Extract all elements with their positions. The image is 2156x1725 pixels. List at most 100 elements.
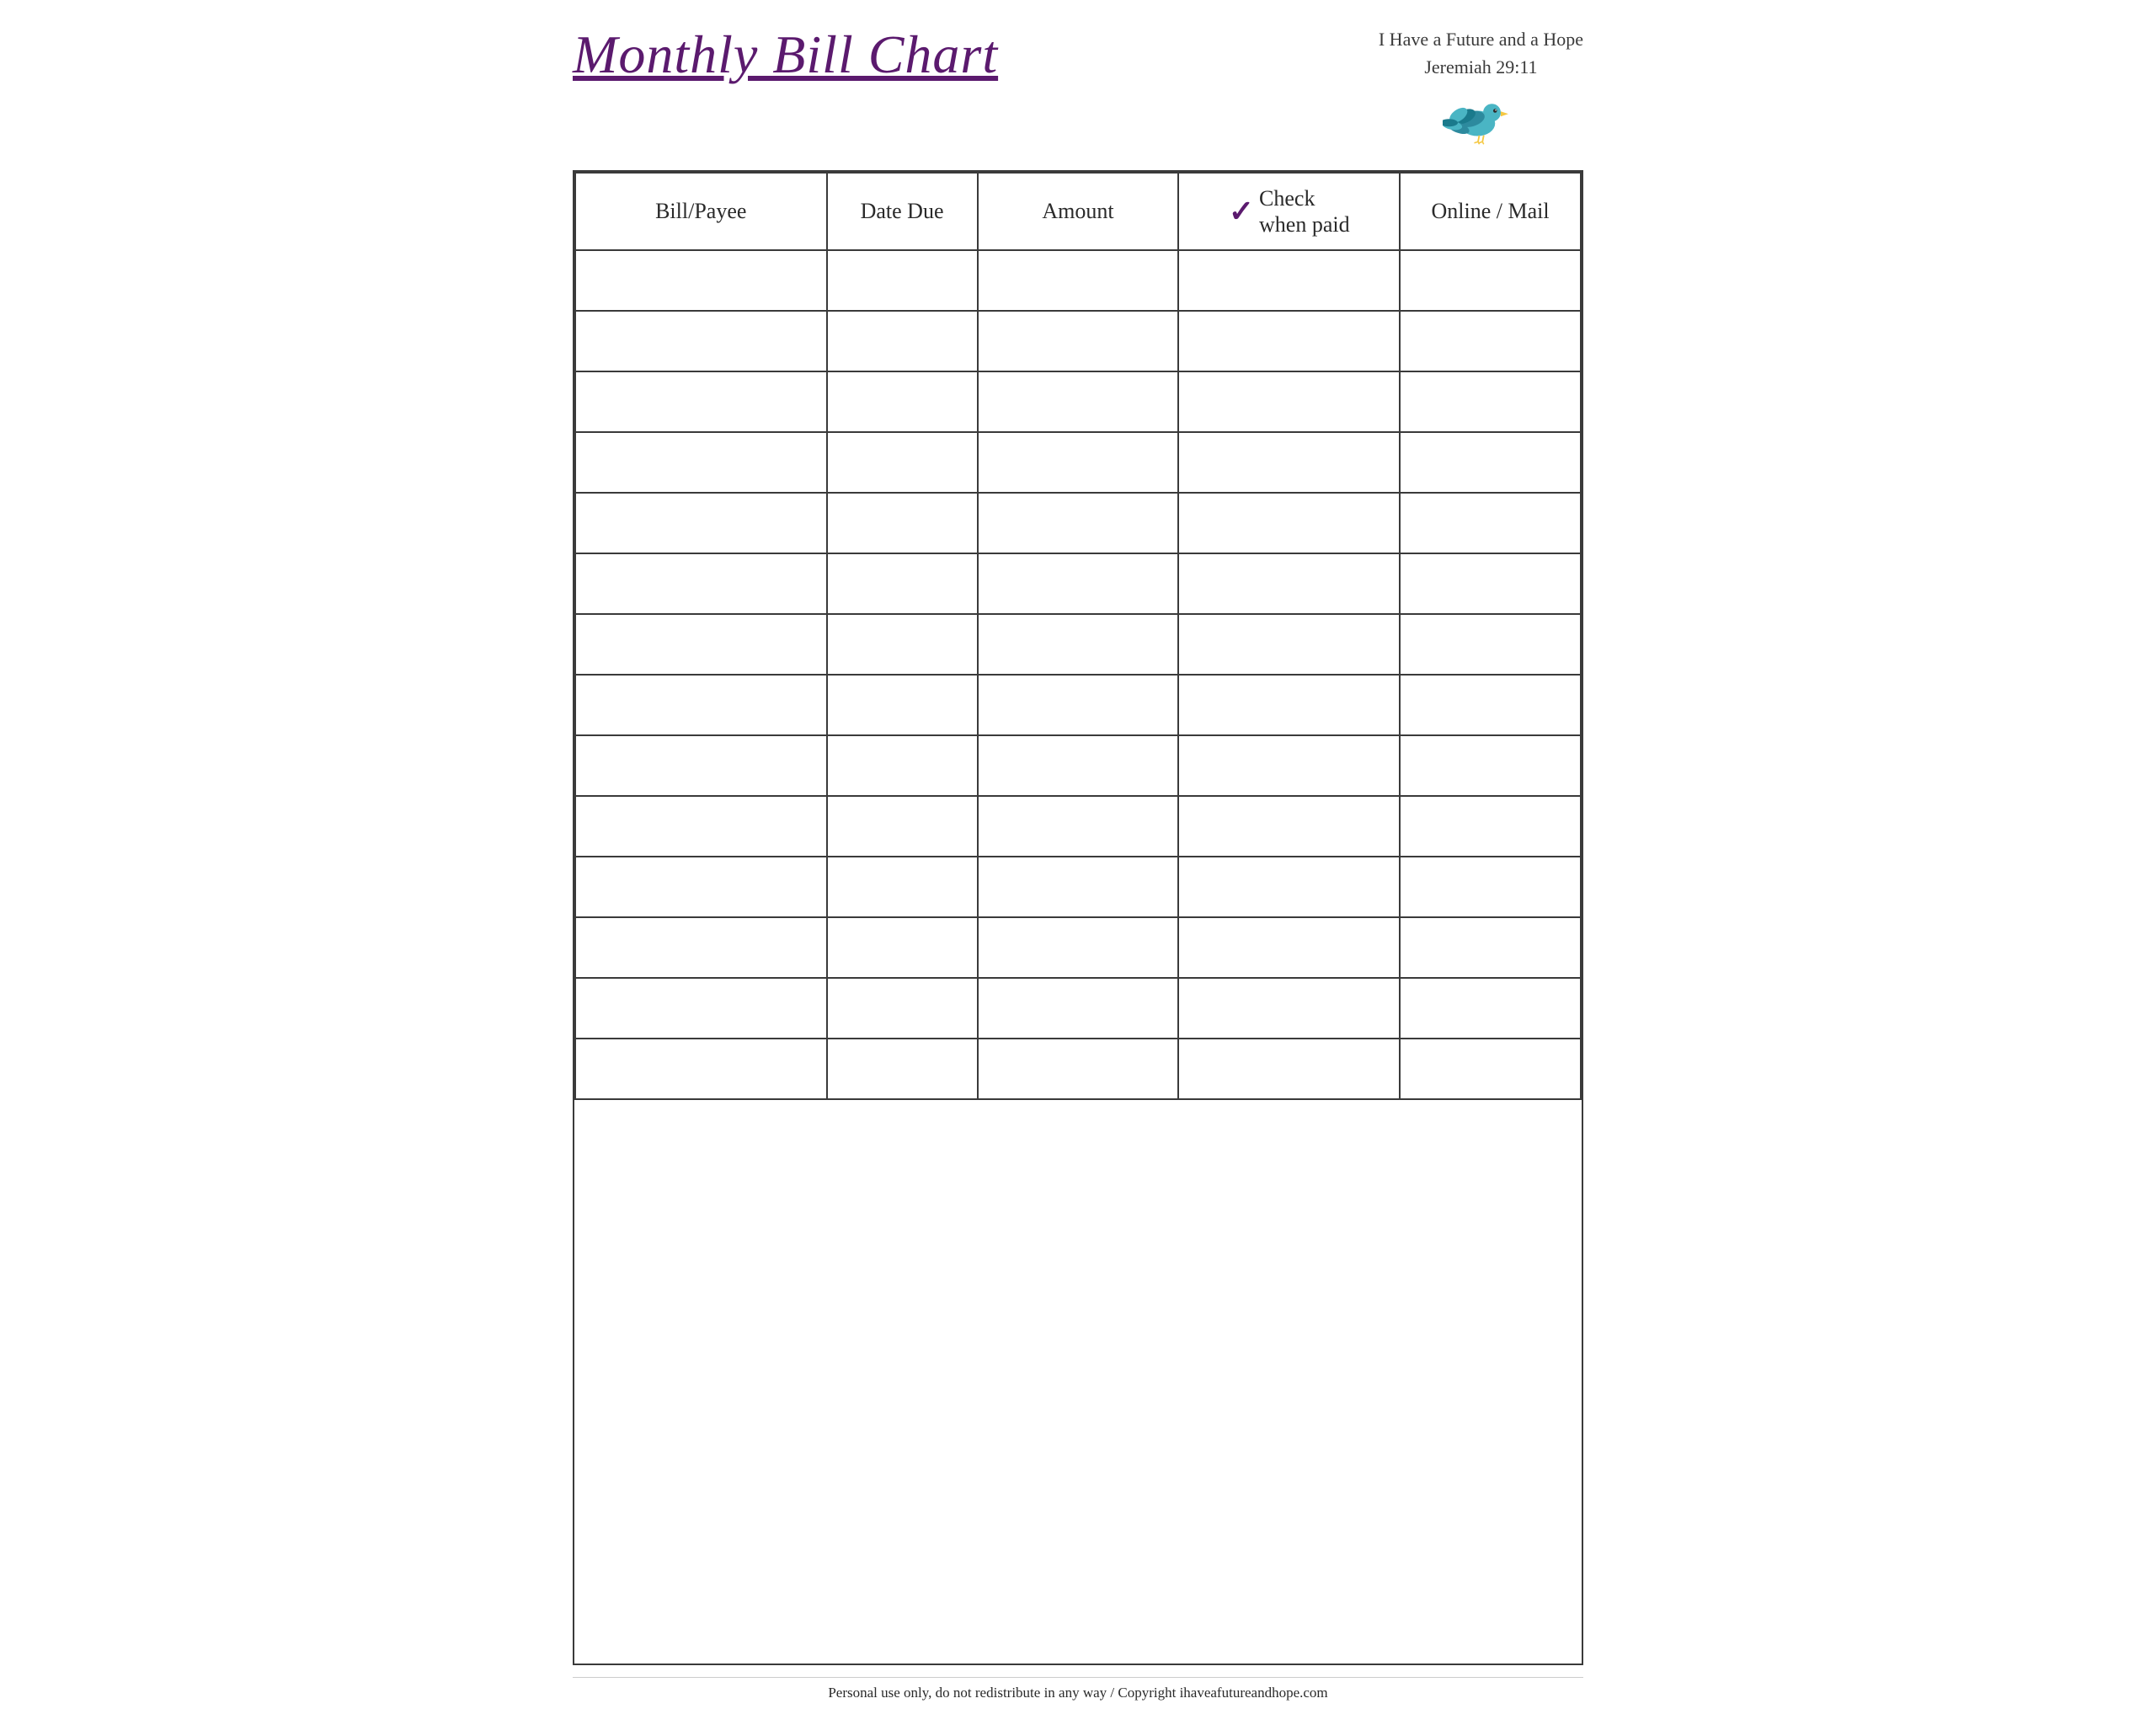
table-cell — [575, 735, 827, 796]
checkmark-icon: ✓ — [1229, 196, 1254, 227]
table-row — [575, 1039, 1581, 1099]
table-cell — [575, 250, 827, 311]
page: Monthly Bill Chart I Have a Future and a… — [539, 0, 1617, 1725]
header-subtitle: I Have a Future and a Hope Jeremiah 29:1… — [1379, 25, 1583, 81]
table-cell — [978, 311, 1179, 371]
table-cell — [575, 796, 827, 857]
table-cell — [1178, 250, 1400, 311]
table-cell — [1178, 493, 1400, 553]
table-cell — [1178, 675, 1400, 735]
table-cell — [1400, 735, 1581, 796]
table-cell — [1400, 978, 1581, 1039]
subtitle-line1: I Have a Future and a Hope — [1379, 25, 1583, 53]
table-cell — [575, 432, 827, 493]
table-cell — [1178, 917, 1400, 978]
footer-text: Personal use only, do not redistribute i… — [828, 1685, 1327, 1701]
col-header-date: Date Due — [827, 173, 978, 250]
table-body — [575, 250, 1581, 1099]
table-cell — [1178, 311, 1400, 371]
table-cell — [1400, 1039, 1581, 1099]
table-cell — [1400, 371, 1581, 432]
check-text: Check when paid — [1259, 185, 1350, 238]
table-cell — [575, 553, 827, 614]
table-row — [575, 250, 1581, 311]
table-cell — [827, 675, 978, 735]
table-cell — [1400, 250, 1581, 311]
table-cell — [575, 614, 827, 675]
bird-icon — [1443, 88, 1518, 147]
col-header-bill: Bill/Payee — [575, 173, 827, 250]
bill-table-wrapper: Bill/Payee Date Due Amount ✓ Check when … — [573, 170, 1583, 1665]
table-cell — [827, 978, 978, 1039]
table-row — [575, 857, 1581, 917]
table-cell — [827, 493, 978, 553]
table-cell — [978, 978, 1179, 1039]
header: Monthly Bill Chart I Have a Future and a… — [573, 25, 1583, 155]
table-cell — [827, 614, 978, 675]
table-cell — [575, 311, 827, 371]
table-cell — [827, 432, 978, 493]
table-row — [575, 614, 1581, 675]
table-cell — [1178, 1039, 1400, 1099]
table-cell — [575, 493, 827, 553]
table-cell — [1178, 553, 1400, 614]
table-cell — [978, 432, 1179, 493]
table-cell — [978, 1039, 1179, 1099]
table-cell — [1178, 978, 1400, 1039]
col-header-amount: Amount — [978, 173, 1179, 250]
table-cell — [978, 250, 1179, 311]
table-cell — [575, 857, 827, 917]
table-cell — [575, 675, 827, 735]
table-row — [575, 675, 1581, 735]
table-cell — [1400, 553, 1581, 614]
table-cell — [575, 371, 827, 432]
check-label-top: Check — [1259, 185, 1315, 211]
table-cell — [827, 371, 978, 432]
check-header-inner: ✓ Check when paid — [1187, 185, 1390, 238]
table-cell — [1178, 432, 1400, 493]
table-cell — [978, 614, 1179, 675]
table-cell — [827, 857, 978, 917]
table-cell — [1178, 614, 1400, 675]
subtitle-line2: Jeremiah 29:11 — [1379, 53, 1583, 81]
main-title: Monthly Bill Chart — [573, 25, 998, 84]
table-cell — [1400, 857, 1581, 917]
table-cell — [1400, 675, 1581, 735]
table-row — [575, 917, 1581, 978]
table-cell — [827, 1039, 978, 1099]
table-cell — [1400, 614, 1581, 675]
bird-container — [1443, 88, 1518, 147]
col-header-check: ✓ Check when paid — [1178, 173, 1400, 250]
table-cell — [1178, 371, 1400, 432]
table-cell — [978, 735, 1179, 796]
table-cell — [1178, 796, 1400, 857]
table-cell — [1178, 735, 1400, 796]
table-cell — [1400, 432, 1581, 493]
table-cell — [978, 796, 1179, 857]
table-cell — [1400, 917, 1581, 978]
table-row — [575, 553, 1581, 614]
col-header-online: Online / Mail — [1400, 173, 1581, 250]
table-cell — [575, 917, 827, 978]
table-row — [575, 978, 1581, 1039]
bill-table: Bill/Payee Date Due Amount ✓ Check when … — [574, 172, 1582, 1100]
table-row — [575, 311, 1581, 371]
table-cell — [978, 493, 1179, 553]
table-cell — [827, 917, 978, 978]
table-row — [575, 432, 1581, 493]
title-block: Monthly Bill Chart — [573, 25, 998, 84]
table-cell — [1178, 857, 1400, 917]
table-cell — [978, 553, 1179, 614]
table-row — [575, 371, 1581, 432]
table-cell — [827, 796, 978, 857]
table-row — [575, 796, 1581, 857]
table-cell — [1400, 493, 1581, 553]
table-cell — [978, 917, 1179, 978]
table-cell — [827, 250, 978, 311]
table-cell — [827, 553, 978, 614]
table-header-row: Bill/Payee Date Due Amount ✓ Check when … — [575, 173, 1581, 250]
table-cell — [1400, 796, 1581, 857]
table-cell — [978, 857, 1179, 917]
table-cell — [978, 675, 1179, 735]
table-cell — [978, 371, 1179, 432]
